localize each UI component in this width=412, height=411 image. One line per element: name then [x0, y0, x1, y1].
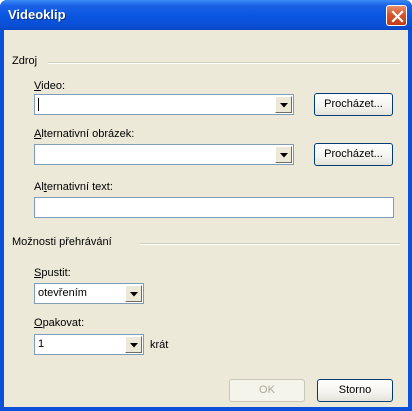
close-icon — [391, 10, 404, 23]
chevron-down-icon — [280, 153, 288, 158]
title-bar[interactable]: Videoklip — [0, 0, 412, 30]
repeat-dropdown-button[interactable] — [125, 336, 142, 353]
video-dropdown-button[interactable] — [275, 96, 292, 113]
chevron-down-icon — [130, 292, 138, 297]
start-select[interactable]: otevřením — [34, 283, 144, 304]
start-value: otevřením — [38, 287, 87, 299]
alt-text-label: Alternativní text: — [34, 181, 113, 193]
chevron-down-icon — [280, 103, 288, 108]
alt-image-label: Alternativní obrázek: — [34, 128, 135, 140]
repeat-suffix: krát — [150, 339, 169, 351]
alt-image-dropdown-button[interactable] — [275, 146, 292, 163]
playback-group-title: Možnosti přehrávání — [12, 236, 112, 248]
video-label: Video: — [34, 80, 65, 92]
repeat-value: 1 — [38, 338, 45, 350]
repeat-combobox[interactable]: 1 — [34, 334, 144, 355]
dialog-window: Videoklip Zdroj Video: Procházet... Alte… — [0, 0, 412, 411]
close-button[interactable] — [386, 5, 407, 26]
alt-text-field[interactable] — [34, 197, 394, 218]
window-title: Videoklip — [8, 7, 66, 22]
ok-button[interactable]: OK — [229, 379, 305, 402]
video-combobox[interactable] — [34, 94, 294, 115]
start-dropdown-button[interactable] — [125, 285, 142, 302]
alt-image-browse-button[interactable]: Procházet... — [314, 143, 393, 166]
playback-group-divider — [140, 243, 400, 245]
alt-image-combobox[interactable] — [34, 144, 294, 165]
source-group-divider — [48, 62, 400, 64]
chevron-down-icon — [130, 343, 138, 348]
video-browse-button[interactable]: Procházet... — [314, 93, 393, 116]
text-cursor — [38, 98, 39, 111]
dialog-client-area: Zdroj Video: Procházet... Alternativní o… — [4, 30, 408, 407]
repeat-label: Opakovat: — [34, 317, 85, 329]
source-group-title: Zdroj — [12, 55, 38, 67]
start-label: Spustit: — [34, 267, 71, 279]
cancel-button[interactable]: Storno — [317, 379, 393, 402]
